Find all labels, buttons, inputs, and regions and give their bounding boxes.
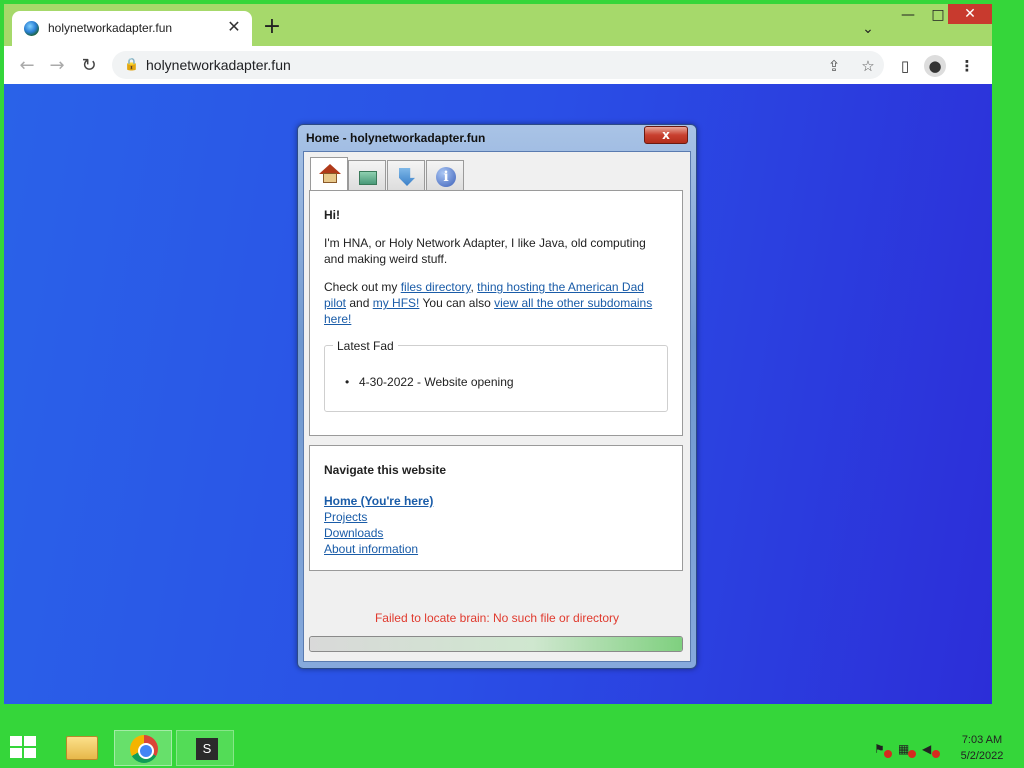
chrome-icon xyxy=(130,735,158,763)
nav-link-projects[interactable]: Projects xyxy=(324,509,367,525)
taskbar: S ⚑ ▦ ◀ 7:03 AM 5/2/2022 xyxy=(0,728,1024,768)
home-icon xyxy=(319,164,341,184)
progress-bar xyxy=(309,636,683,652)
fad-item-text: 4-30-2022 - Website opening xyxy=(359,375,514,389)
tab-title: holynetworkadapter.fun xyxy=(48,21,173,35)
clock-date[interactable]: 5/2/2022 xyxy=(952,750,1012,762)
files-directory-link[interactable]: files directory xyxy=(401,280,471,294)
bullet-icon: • xyxy=(345,375,350,389)
window-close-button[interactable]: x xyxy=(644,126,688,144)
latest-fad-groupbox: Latest Fad • 4-30-2022 - Website opening xyxy=(324,338,668,412)
list-item: • 4-30-2022 - Website opening xyxy=(345,374,514,390)
address-bar[interactable]: 🔒 holynetworkadapter.fun ⇪ ☆ xyxy=(112,51,884,79)
tab-about[interactable]: i xyxy=(426,160,464,191)
chrome-taskbar-button[interactable] xyxy=(114,730,172,766)
tab-home[interactable] xyxy=(310,157,348,191)
hfs-link[interactable]: my HFS! xyxy=(373,296,420,310)
status-message: Failed to locate brain: No such file or … xyxy=(374,611,620,625)
clock-time[interactable]: 7:03 AM xyxy=(952,734,1012,746)
tab-search-chevron-icon[interactable]: ⌄ xyxy=(856,18,880,40)
lock-icon[interactable]: 🔒 xyxy=(124,57,139,73)
profile-avatar-icon[interactable]: ● xyxy=(924,55,946,77)
nav-link-about[interactable]: About information xyxy=(324,541,418,557)
close-window-button[interactable]: ✕ xyxy=(948,4,992,24)
progress-fill xyxy=(310,637,682,651)
separator-text: and xyxy=(346,296,373,310)
nav-link-downloads[interactable]: Downloads xyxy=(324,525,383,541)
reload-icon[interactable]: ↻ xyxy=(76,53,102,79)
windows-start-icon[interactable] xyxy=(10,736,38,760)
minimize-button[interactable]: — xyxy=(894,4,922,26)
back-arrow-icon[interactable]: ← xyxy=(14,53,40,79)
navigation-panel: Navigate this website Home (You're here)… xyxy=(309,445,683,571)
projects-icon xyxy=(357,167,379,187)
tab-projects[interactable] xyxy=(348,160,386,191)
tab-strip: holynetworkadapter.fun ✕ + ⌄ — □ ✕ xyxy=(4,4,992,46)
tab-downloads[interactable] xyxy=(387,160,425,191)
window-title: Home - holynetworkadapter.fun xyxy=(306,131,486,145)
folder-icon xyxy=(66,736,98,760)
intro-text: I'm HNA, or Holy Network Adapter, I like… xyxy=(324,236,646,266)
about-icon: i xyxy=(435,167,457,187)
downloads-icon xyxy=(396,167,418,187)
checkout-paragraph: Check out my files directory, thing host… xyxy=(324,279,664,327)
action-center-flag-icon[interactable]: ⚑ xyxy=(874,742,892,758)
bookmark-star-icon[interactable]: ☆ xyxy=(858,56,878,76)
checkout-prefix: Check out my xyxy=(324,280,401,294)
page-content: Home - holynetworkadapter.fun x i Hi! I'… xyxy=(4,84,992,704)
navigation-heading: Navigate this website xyxy=(324,463,447,477)
forward-arrow-icon[interactable]: → xyxy=(44,53,70,79)
globe-favicon-icon xyxy=(24,21,39,36)
network-icon[interactable]: ▦ xyxy=(898,742,916,758)
aero-window: Home - holynetworkadapter.fun x i Hi! I'… xyxy=(297,124,697,669)
browser-tab[interactable]: holynetworkadapter.fun ✕ xyxy=(12,11,252,46)
new-tab-button[interactable]: + xyxy=(260,16,284,40)
home-panel: Hi! I'm HNA, or Holy Network Adapter, I … xyxy=(309,190,683,436)
file-explorer-taskbar-button[interactable] xyxy=(58,730,106,766)
browser-toolbar: ← → ↻ 🔒 holynetworkadapter.fun ⇪ ☆ ▯ ● ⋮ xyxy=(4,46,992,84)
greeting-heading: Hi! xyxy=(324,208,340,222)
url-text[interactable]: holynetworkadapter.fun xyxy=(146,57,291,73)
s-app-taskbar-button[interactable]: S xyxy=(176,730,234,766)
latest-fad-legend: Latest Fad xyxy=(333,338,398,354)
nav-link-home[interactable]: Home (You're here) xyxy=(324,493,433,509)
side-panel-icon[interactable]: ▯ xyxy=(894,55,916,77)
separator-text: You can also xyxy=(419,296,495,310)
window-client-area: i Hi! I'm HNA, or Holy Network Adapter, … xyxy=(303,151,691,662)
close-tab-icon[interactable]: ✕ xyxy=(224,17,244,37)
share-icon[interactable]: ⇪ xyxy=(824,56,844,76)
volume-muted-icon[interactable]: ◀ xyxy=(922,742,940,758)
kebab-menu-icon[interactable]: ⋮ xyxy=(956,55,978,77)
s-app-icon: S xyxy=(196,738,218,760)
browser-window: holynetworkadapter.fun ✕ + ⌄ — □ ✕ ← → ↻… xyxy=(4,4,992,704)
